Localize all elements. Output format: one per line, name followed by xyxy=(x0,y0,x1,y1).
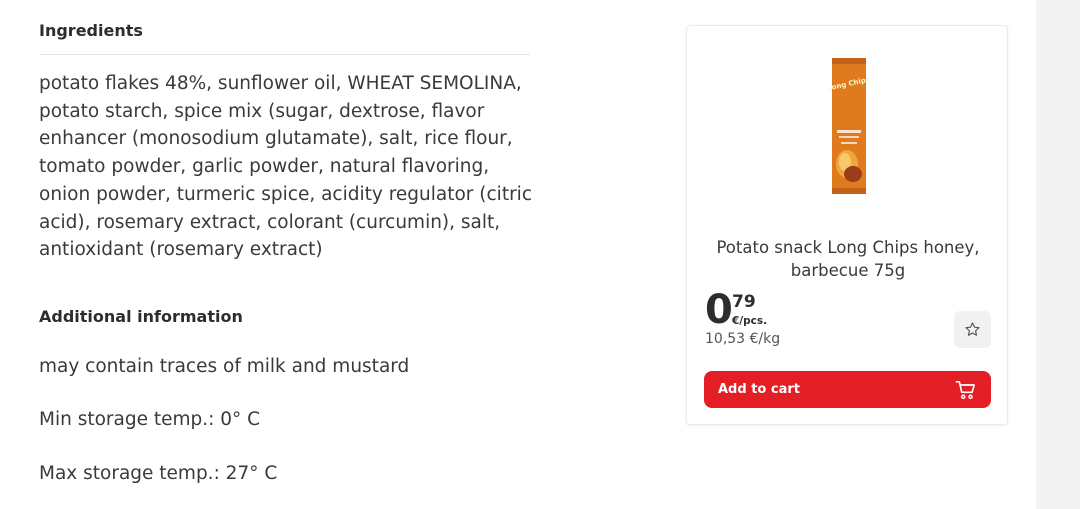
price-per-kg: 10,53 €/kg xyxy=(705,331,781,347)
price-unit: €/pcs. xyxy=(732,315,768,327)
ingredients-text: potato flakes 48%, sunflower oil, WHEAT … xyxy=(39,73,532,261)
max-storage-temp: Max storage temp.: 27° C xyxy=(39,463,278,484)
ingredients-heading: Ingredients xyxy=(39,21,143,40)
product-name[interactable]: Potato snack Long Chips honey, barbecue … xyxy=(703,236,993,282)
price-integer: 0 xyxy=(705,287,733,333)
add-to-cart-label: Add to cart xyxy=(718,382,800,397)
price-cents: 79 xyxy=(732,292,756,312)
star-outline-icon xyxy=(965,322,980,336)
add-to-cart-button[interactable]: Add to cart xyxy=(704,371,991,408)
page-right-gutter xyxy=(1036,0,1080,509)
allergen-note: may contain traces of milk and mustard xyxy=(39,356,410,377)
product-image[interactable]: Long Chips xyxy=(829,56,869,196)
section-divider xyxy=(39,54,530,55)
min-storage-temp: Min storage temp.: 0° C xyxy=(39,409,261,430)
favorite-button[interactable] xyxy=(954,311,991,348)
additional-info-heading: Additional information xyxy=(39,307,243,326)
product-card: Long Chips Potato snack Long Chips honey… xyxy=(686,25,1008,425)
shopping-cart-icon xyxy=(955,380,976,399)
